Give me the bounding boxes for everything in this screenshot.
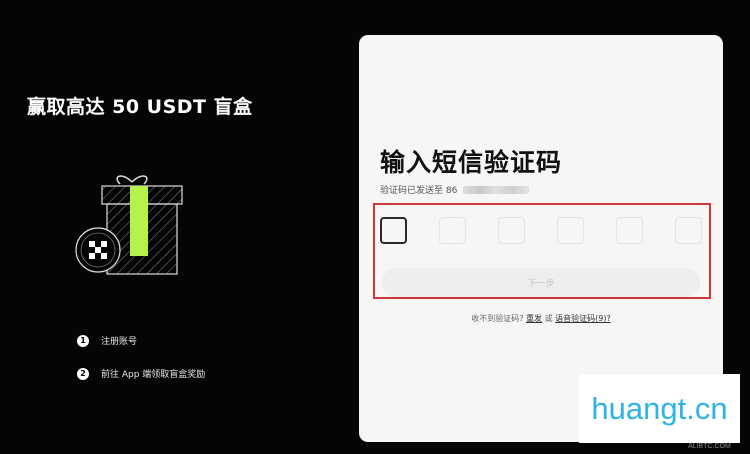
next-step-button[interactable]: 下一步 [382,268,700,297]
resend-help-row: 收不到验证码? 重发 或 语音验证码(9)? [359,313,723,324]
step-number: 1 [77,334,89,347]
or-text: 或 [544,314,553,323]
promo-title: 赢取高达 50 USDT 盲盒 [27,96,253,118]
step-number: 2 [77,367,89,380]
steps-list: 1 注册账号 2 前往 App 端领取盲盒奖励 [77,334,205,400]
step-label: 注册账号 [101,337,138,347]
watermark-small-text: ALIBTC.COM [688,443,731,450]
code-digit-input-1[interactable] [380,217,407,244]
code-input-row [380,217,702,244]
code-digit-input-5[interactable] [616,217,643,244]
gift-box-illustration [75,175,183,275]
sent-to-text: 验证码已发送至 86 [380,183,530,196]
step-item: 2 前往 App 端领取盲盒奖励 [77,367,205,380]
step-label: 前往 App 端领取盲盒奖励 [101,370,206,380]
subtitle-label: 验证码已发送至 86 [380,186,458,196]
page-title: 输入短信验证码 [380,148,563,177]
watermark: huangt.cn [579,374,740,443]
voice-code-link[interactable]: 语音验证码(9)? [555,314,611,323]
watermark-text: huangt.cn [591,390,728,426]
code-digit-input-3[interactable] [498,217,525,244]
code-digit-input-2[interactable] [439,217,466,244]
code-digit-input-6[interactable] [675,217,702,244]
no-code-text: 收不到验证码? [471,314,524,323]
code-digit-input-4[interactable] [557,217,584,244]
step-item: 1 注册账号 [77,334,205,347]
masked-phone-number [463,185,530,194]
resend-link[interactable]: 重发 [526,314,542,323]
